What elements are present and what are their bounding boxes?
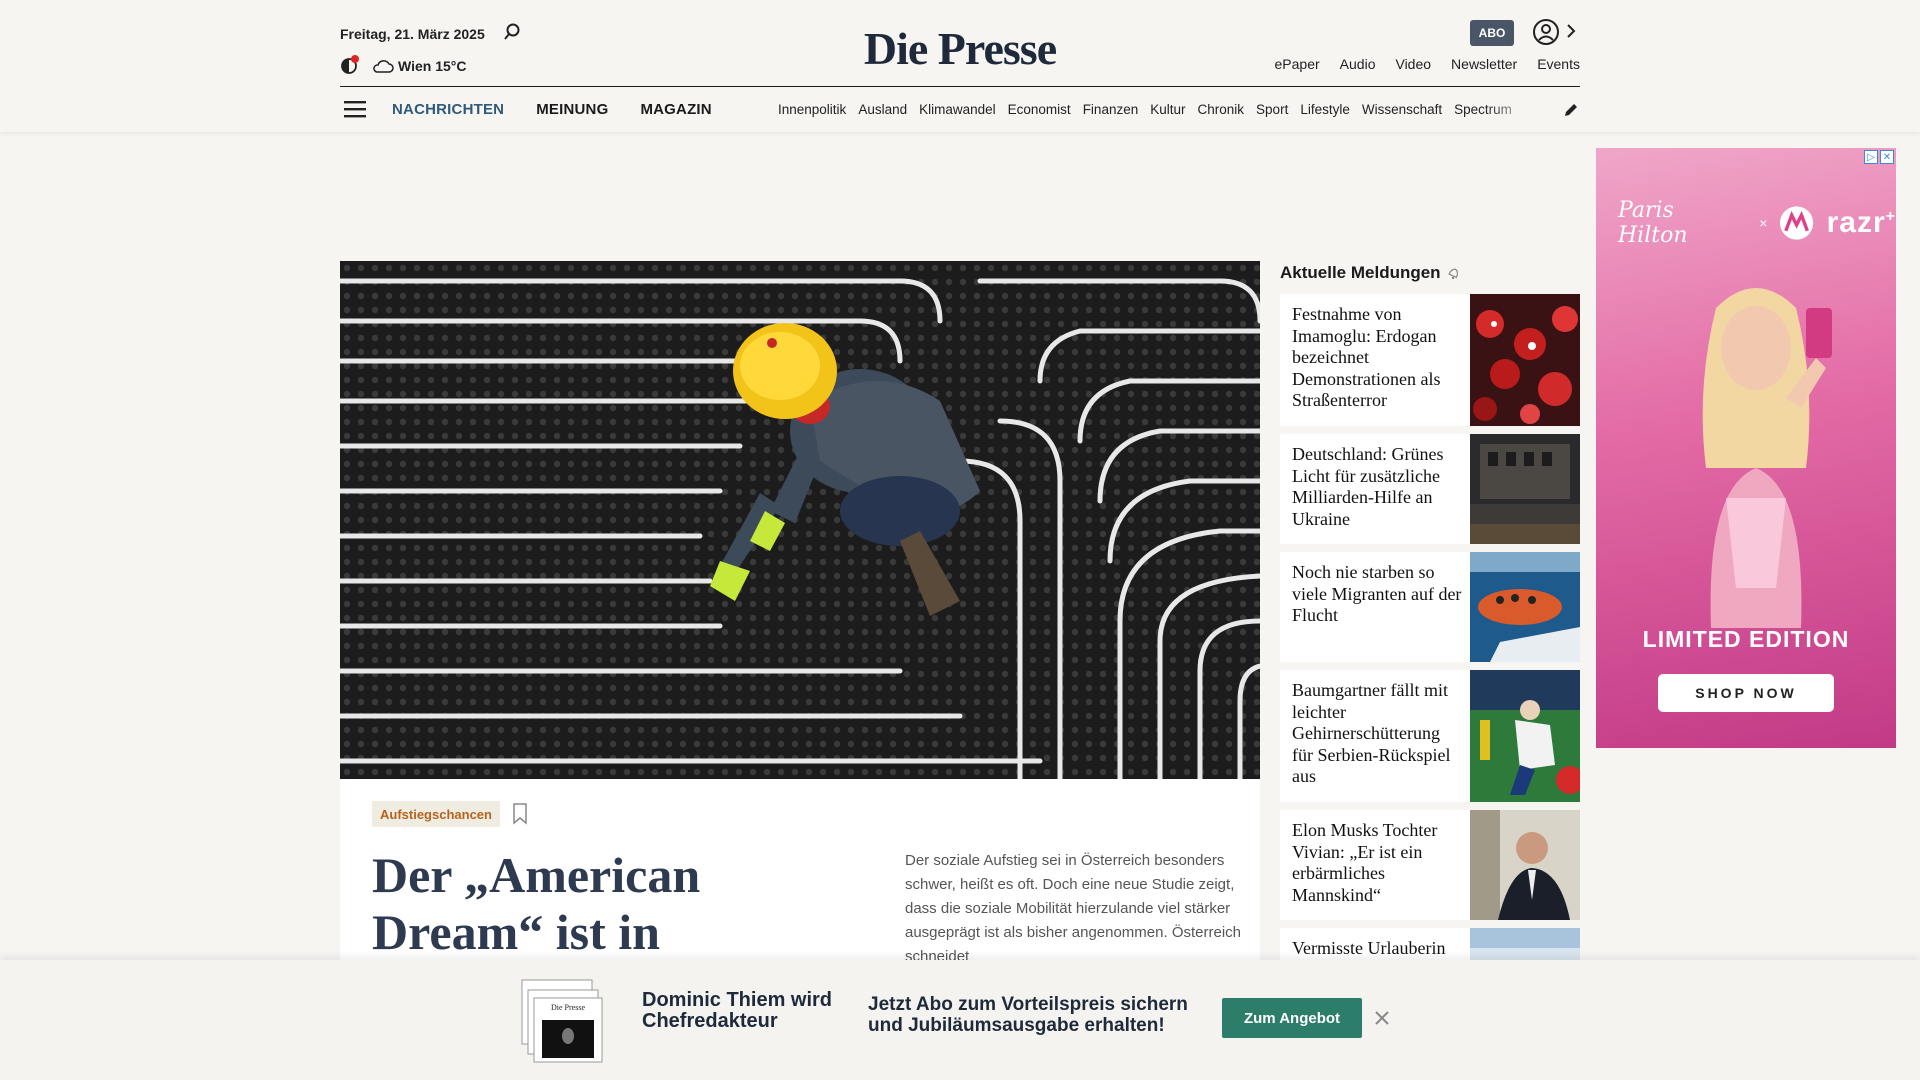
article-headline[interactable]: Der „American Dream“ ist in bbox=[372, 847, 792, 961]
ad-headline: LIMITED EDITION bbox=[1642, 626, 1850, 652]
link-newsletter[interactable]: Newsletter bbox=[1451, 56, 1517, 72]
cloud-icon bbox=[373, 60, 394, 73]
advertisement[interactable]: ▷ ✕ Paris Hilton × razr+ LIMITED EDITION… bbox=[1596, 148, 1896, 748]
ad-close-icon[interactable]: ✕ bbox=[1880, 150, 1894, 164]
nav-meinung[interactable]: MEINUNG bbox=[536, 101, 608, 118]
news-item[interactable]: Deutschland: Grünes Licht für zusätzlich… bbox=[1280, 434, 1580, 544]
section-kultur[interactable]: Kultur bbox=[1150, 102, 1185, 117]
news-item[interactable]: Elon Musks Tochter Vivian: „Er ist ein e… bbox=[1280, 810, 1580, 920]
top-links: ePaper Audio Video Newsletter Events bbox=[1275, 56, 1580, 72]
section-finanzen[interactable]: Finanzen bbox=[1083, 102, 1139, 117]
news-item-title: Vermisste Urlauberin bbox=[1292, 938, 1446, 958]
news-item-thumbnail bbox=[1470, 810, 1580, 920]
nav-magazin[interactable]: MAGAZIN bbox=[640, 101, 711, 118]
article-lead: Der soziale Aufstieg sei in Österreich b… bbox=[905, 852, 1242, 965]
site-logo[interactable]: Die Presse bbox=[860, 22, 1060, 75]
promo-offer-button[interactable]: Zum Angebot bbox=[1222, 998, 1362, 1038]
article-tag[interactable]: Aufstiegschancen bbox=[372, 801, 500, 827]
theme-toggle-icon[interactable] bbox=[340, 55, 360, 75]
latest-news-title: Aktuelle Meldungen bbox=[1280, 263, 1441, 282]
news-item[interactable]: Festnahme von Imamoglu: Erdogan bezeichn… bbox=[1280, 294, 1580, 426]
promo-text: Jetzt Abo zum Vorteilspreis sichern und … bbox=[868, 994, 1188, 1036]
section-innenpolitik[interactable]: Innenpolitik bbox=[778, 102, 846, 117]
chevron-right-icon[interactable] bbox=[1564, 22, 1578, 40]
section-spectrum[interactable]: Spectrum bbox=[1454, 102, 1512, 117]
search-icon[interactable] bbox=[502, 22, 522, 42]
close-icon[interactable] bbox=[1374, 1010, 1390, 1026]
latest-news-heading: Aktuelle Meldungen bbox=[1280, 260, 1580, 286]
ad-choices[interactable]: ▷ ✕ bbox=[1864, 150, 1894, 164]
section-klimawandel[interactable]: Klimawandel bbox=[919, 102, 996, 117]
section-wissenschaft[interactable]: Wissenschaft bbox=[1362, 102, 1442, 117]
news-item-title: Baumgartner fällt mit leichter Gehirners… bbox=[1292, 680, 1451, 786]
svg-text:Die Presse: Die Presse bbox=[551, 1003, 585, 1012]
ad-signature: Paris Hilton bbox=[1618, 198, 1688, 248]
news-item-title: Deutschland: Grünes Licht für zusätzlich… bbox=[1292, 444, 1444, 529]
news-item[interactable]: Vermisste Urlauberin bbox=[1280, 928, 1580, 962]
header-inner: Freitag, 21. März 2025 Wien 15°C Die Pre… bbox=[340, 0, 1580, 132]
main-nav: NACHRICHTEN MEINUNG MAGAZIN bbox=[392, 101, 712, 118]
news-item[interactable]: Noch nie starben so viele Migranten auf … bbox=[1280, 552, 1580, 662]
news-item-thumbnail bbox=[1470, 552, 1580, 662]
ad-brand-name: razr+ bbox=[1826, 206, 1896, 239]
news-item-thumbnail bbox=[1470, 928, 1580, 962]
weather-text: Wien 15°C bbox=[398, 58, 467, 74]
header-divider bbox=[340, 86, 1580, 87]
link-epaper[interactable]: ePaper bbox=[1275, 56, 1320, 72]
section-economist[interactable]: Economist bbox=[1008, 102, 1071, 117]
section-lifestyle[interactable]: Lifestyle bbox=[1300, 102, 1350, 117]
section-sport[interactable]: Sport bbox=[1256, 102, 1288, 117]
link-audio[interactable]: Audio bbox=[1340, 56, 1376, 72]
news-item-title: Elon Musks Tochter Vivian: „Er ist ein e… bbox=[1292, 820, 1438, 905]
news-item[interactable]: Baumgartner fällt mit leichter Gehirners… bbox=[1280, 670, 1580, 802]
current-date: Freitag, 21. März 2025 bbox=[340, 26, 485, 42]
news-item-title: Festnahme von Imamoglu: Erdogan bezeichn… bbox=[1292, 304, 1441, 410]
nav-nachrichten[interactable]: NACHRICHTEN bbox=[392, 101, 504, 118]
subscription-banner: Die Presse Dominic Thiem wird Chefredakt… bbox=[0, 960, 1920, 1080]
ad-brand: Paris Hilton × razr+ bbox=[1618, 198, 1896, 248]
latest-news: Aktuelle Meldungen Festnahme von Imamogl… bbox=[1280, 260, 1580, 962]
news-item-thumbnail bbox=[1470, 434, 1580, 544]
bookmark-icon[interactable] bbox=[512, 803, 528, 825]
pen-icon[interactable] bbox=[1562, 101, 1580, 119]
hero-image[interactable] bbox=[340, 261, 1260, 779]
hamburger-menu-icon[interactable] bbox=[344, 100, 366, 118]
motorola-logo-icon bbox=[1780, 206, 1814, 240]
ad-x: × bbox=[1759, 215, 1768, 231]
section-ausland[interactable]: Ausland bbox=[858, 102, 907, 117]
link-events[interactable]: Events bbox=[1537, 56, 1580, 72]
site-header: Freitag, 21. März 2025 Wien 15°C Die Pre… bbox=[0, 0, 1920, 132]
hero-photo-floor-heating bbox=[340, 261, 1260, 779]
bell-icon[interactable] bbox=[1447, 266, 1461, 280]
promo-headline: Dominic Thiem wird Chefredakteur bbox=[642, 989, 833, 1032]
abo-button[interactable]: ABO bbox=[1470, 20, 1514, 46]
news-item-thumbnail bbox=[1470, 670, 1580, 802]
weather-widget: Wien 15°C bbox=[372, 58, 467, 74]
newspaper-icon: Die Presse bbox=[521, 979, 603, 1063]
ad-shop-button[interactable]: SHOP NOW bbox=[1658, 674, 1834, 712]
link-video[interactable]: Video bbox=[1395, 56, 1431, 72]
ad-info-icon[interactable]: ▷ bbox=[1864, 150, 1878, 164]
user-account-icon[interactable] bbox=[1532, 18, 1560, 46]
news-item-thumbnail bbox=[1470, 294, 1580, 426]
ad-model-figure bbox=[1702, 288, 1832, 628]
section-chronik[interactable]: Chronik bbox=[1198, 102, 1245, 117]
section-nav: Innenpolitik Ausland Klimawandel Economi… bbox=[778, 102, 1538, 117]
news-item-title: Noch nie starben so viele Migranten auf … bbox=[1292, 562, 1462, 625]
